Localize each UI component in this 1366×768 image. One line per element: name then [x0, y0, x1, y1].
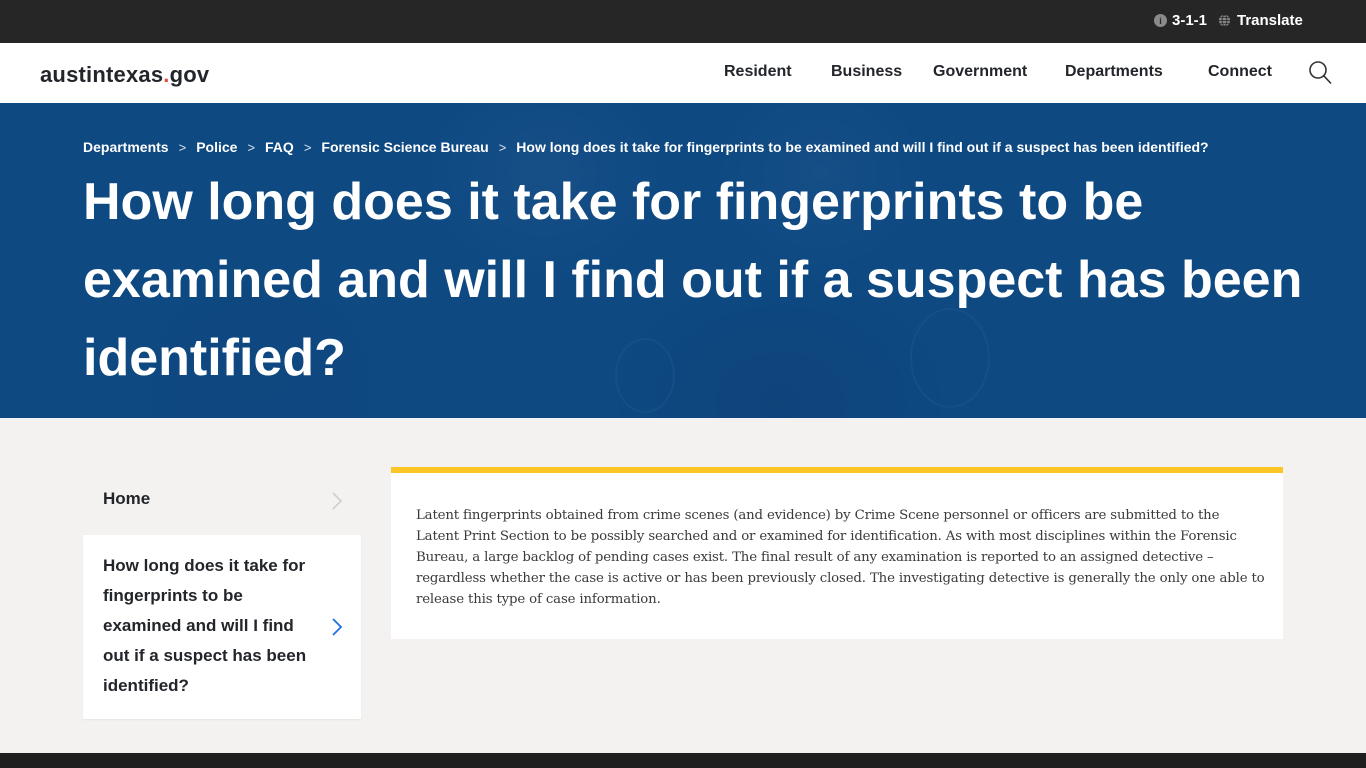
- search-icon: [1309, 61, 1332, 85]
- breadcrumb-forensic-science-bureau[interactable]: Forensic Science Bureau: [321, 139, 488, 155]
- info-icon: i: [1154, 14, 1167, 27]
- logo-text: austintexas: [40, 62, 164, 87]
- breadcrumb: Departments > Police > FAQ > Forensic Sc…: [83, 139, 1209, 155]
- chevron-right-icon: [332, 618, 343, 636]
- side-nav-home-label: Home: [103, 489, 151, 508]
- side-nav: Home How long does it take for fingerpri…: [83, 465, 361, 719]
- page-title: How long does it take for fingerprints t…: [83, 173, 1303, 387]
- breadcrumb-separator: >: [303, 139, 312, 155]
- faq-answer-text: Latent fingerprints obtained from crime …: [416, 508, 1265, 607]
- site-header: austintexas.gov Resident Business Govern…: [0, 43, 1366, 103]
- nav-resident[interactable]: Resident: [724, 63, 792, 81]
- utility-bar: i 3-1-1 Translate: [0, 0, 1366, 43]
- translate-label: Translate: [1237, 12, 1303, 29]
- hero-banner: Departments > Police > FAQ > Forensic Sc…: [0, 103, 1366, 418]
- globe-icon: [1218, 14, 1231, 27]
- breadcrumb-police[interactable]: Police: [196, 139, 237, 155]
- breadcrumb-separator: >: [498, 139, 507, 155]
- breadcrumb-faq[interactable]: FAQ: [265, 139, 294, 155]
- breadcrumb-separator: >: [247, 139, 256, 155]
- faq-answer-card: Latent fingerprints obtained from crime …: [391, 467, 1283, 639]
- nav-business[interactable]: Business: [831, 63, 902, 81]
- side-nav-current-label: How long does it take for fingerprints t…: [103, 556, 307, 695]
- side-nav-home[interactable]: Home: [83, 465, 361, 535]
- breadcrumb-separator: >: [178, 139, 187, 155]
- side-nav-current-page[interactable]: How long does it take for fingerprints t…: [83, 535, 361, 719]
- chevron-right-icon: [332, 492, 343, 510]
- search-button[interactable]: [1306, 59, 1334, 87]
- 311-label: 3-1-1: [1172, 12, 1208, 29]
- breadcrumb-departments[interactable]: Departments: [83, 139, 169, 155]
- 311-link[interactable]: i 3-1-1: [1154, 12, 1207, 29]
- site-logo[interactable]: austintexas.gov: [40, 62, 209, 88]
- breadcrumb-current: How long does it take for fingerprints t…: [516, 139, 1209, 155]
- nav-departments[interactable]: Departments: [1065, 63, 1163, 81]
- site-footer: [0, 753, 1366, 768]
- nav-connect[interactable]: Connect: [1208, 63, 1272, 81]
- nav-government[interactable]: Government: [933, 63, 1027, 81]
- logo-tld: gov: [169, 62, 210, 87]
- translate-button[interactable]: Translate: [1218, 12, 1303, 29]
